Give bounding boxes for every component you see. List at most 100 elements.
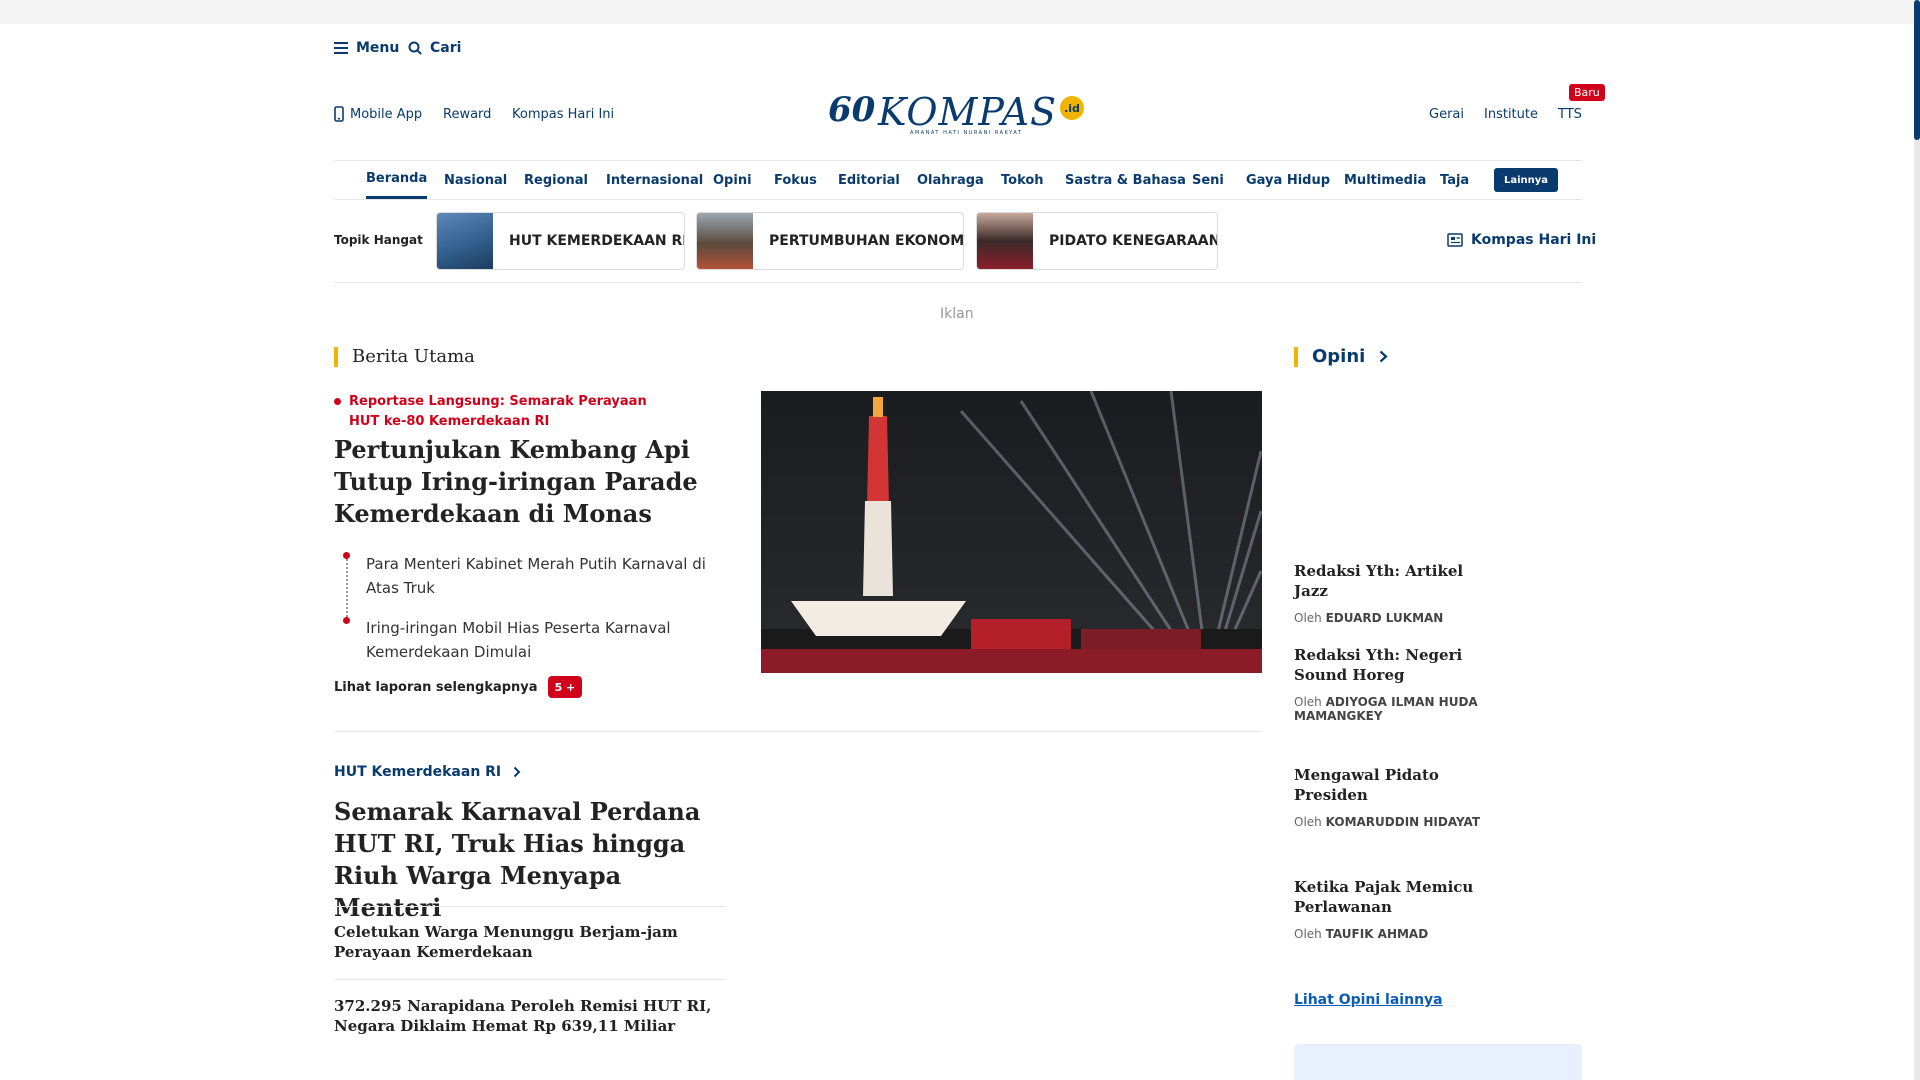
live-report-tag[interactable]: Reportase Langsung: Semarak Perayaan HUT… bbox=[334, 392, 664, 432]
see-full-report-link[interactable]: Lihat laporan selengkapnya 5 + bbox=[334, 676, 583, 698]
berita-utama-divider bbox=[334, 731, 1262, 732]
opini-title-4: Ketika Pajak Memicu Perlawanan bbox=[1294, 878, 1474, 916]
timeline-dot-2 bbox=[343, 617, 350, 624]
tts-new-badge: Baru bbox=[1569, 84, 1605, 101]
kompas-hari-ini-label: Kompas Hari Ini bbox=[1471, 232, 1597, 248]
opini-byline-4: Oleh TAUFIK AHMAD bbox=[1294, 927, 1494, 941]
logo-wordmark: KOMPAS bbox=[878, 90, 1057, 134]
opini-title-3: Mengawal Pidato Presiden bbox=[1294, 766, 1439, 804]
opini-by-prefix-2: Oleh bbox=[1294, 695, 1322, 709]
ad-label: Iklan bbox=[940, 306, 974, 322]
hut-related-1[interactable]: Celetukan Warga Menunggu Berjam-jam Pera… bbox=[334, 922, 726, 962]
opini-item-4[interactable]: Ketika Pajak Memicu Perlawanan Oleh TAUF… bbox=[1294, 877, 1494, 941]
hut-divider-1 bbox=[334, 906, 726, 907]
nav-olahraga[interactable]: Olahraga bbox=[917, 161, 984, 199]
timeline-dot-1 bbox=[343, 552, 350, 559]
search-icon bbox=[408, 41, 422, 55]
opini-item-2[interactable]: Redaksi Yth: Negeri Sound Horeg Oleh ADI… bbox=[1294, 645, 1494, 723]
phone-icon bbox=[334, 106, 344, 122]
sub-story-1[interactable]: Para Menteri Kabinet Merah Putih Karnava… bbox=[366, 552, 726, 600]
hut-section-label: HUT Kemerdekaan RI bbox=[334, 764, 502, 780]
monas-night-illustration bbox=[761, 391, 1262, 673]
mobile-app-link[interactable]: Mobile App bbox=[334, 106, 422, 122]
opini-by-prefix-3: Oleh bbox=[1294, 815, 1322, 829]
main-headline-image[interactable] bbox=[761, 391, 1262, 673]
opini-byline-3: Oleh KOMARUDDIN HIDAYAT bbox=[1294, 815, 1494, 829]
nav-multimedia[interactable]: Multimedia bbox=[1344, 161, 1426, 199]
more-opini-link[interactable]: Lihat Opini lainnya bbox=[1294, 992, 1443, 1008]
nav-opini[interactable]: Opini bbox=[713, 161, 752, 199]
nav-beranda[interactable]: Beranda bbox=[366, 161, 428, 199]
opini-by-prefix-1: Oleh bbox=[1294, 611, 1322, 625]
opini-author-4: TAUFIK AHMAD bbox=[1325, 927, 1429, 941]
nav-fokus[interactable]: Fokus bbox=[774, 161, 817, 199]
opini-item-1[interactable]: Redaksi Yth: Artikel Jazz Oleh EDUARD LU… bbox=[1294, 561, 1494, 625]
topic-card-hut[interactable]: HUT KEMERDEKAAN RI bbox=[436, 212, 685, 270]
search-label: Cari bbox=[430, 40, 462, 56]
topic-card-ekonomi[interactable]: PERTUMBUHAN EKONOMI bbox=[696, 212, 964, 270]
opini-author-1: EDUARD LUKMAN bbox=[1325, 611, 1444, 625]
sub-story-2[interactable]: Iring-iringan Mobil Hias Peserta Karnava… bbox=[366, 616, 726, 664]
nav-taja[interactable]: Taja bbox=[1440, 161, 1469, 199]
opini-section-bar bbox=[1294, 346, 1298, 367]
hamburger-icon bbox=[334, 42, 348, 54]
logo-anniversary: 60 bbox=[828, 90, 876, 130]
hut-headline[interactable]: Semarak Karnaval Perdana HUT RI, Truk Hi… bbox=[334, 796, 734, 924]
page-scrollbar[interactable] bbox=[1914, 0, 1920, 1080]
opini-author-3: KOMARUDDIN HIDAYAT bbox=[1325, 815, 1481, 829]
opini-promo-box bbox=[1294, 1044, 1582, 1080]
nav-sastra-bahasa[interactable]: Sastra & Bahasa bbox=[1065, 161, 1186, 199]
scrollbar-thumb[interactable] bbox=[1914, 0, 1920, 140]
live-dot-icon bbox=[334, 398, 341, 405]
chevron-right-icon bbox=[513, 766, 521, 778]
topic-label-ekonomi: PERTUMBUHAN EKONOMI bbox=[769, 233, 964, 249]
nav-seni[interactable]: Seni bbox=[1192, 161, 1224, 199]
live-report-text: Reportase Langsung: Semarak Perayaan HUT… bbox=[349, 394, 647, 429]
chevron-right-icon bbox=[1380, 350, 1388, 363]
reward-link[interactable]: Reward bbox=[443, 107, 491, 122]
nav-internasional[interactable]: Internasional bbox=[606, 161, 703, 199]
mobile-app-label: Mobile App bbox=[350, 106, 423, 122]
topik-divider bbox=[334, 282, 1582, 283]
nav-tokoh[interactable]: Tokoh bbox=[1001, 161, 1044, 199]
section-bar bbox=[334, 346, 338, 367]
menu-button[interactable]: Menu bbox=[334, 24, 399, 72]
main-nav: Beranda Nasional Regional Internasional … bbox=[334, 160, 1582, 200]
topic-thumb-hut bbox=[437, 213, 493, 269]
berita-utama-heading: Berita Utama bbox=[334, 346, 475, 367]
newspaper-icon bbox=[1447, 233, 1463, 247]
topic-label-hut: HUT KEMERDEKAAN RI bbox=[509, 233, 685, 249]
nav-editorial[interactable]: Editorial bbox=[838, 161, 900, 199]
nav-lainnya-button[interactable]: Lainnya bbox=[1494, 168, 1559, 192]
kompas-hari-ini-button[interactable]: Kompas Hari Ini bbox=[1447, 232, 1596, 248]
topic-card-pidato[interactable]: PIDATO KENEGARAAN bbox=[976, 212, 1218, 270]
main-headline[interactable]: Pertunjukan Kembang Api Tutup Iring-irin… bbox=[334, 434, 734, 530]
see-full-report-label: Lihat laporan selengkapnya bbox=[334, 679, 538, 695]
tts-link[interactable]: TTS bbox=[1558, 107, 1582, 122]
nav-nasional[interactable]: Nasional bbox=[444, 161, 507, 199]
opini-title-2: Redaksi Yth: Negeri Sound Horeg bbox=[1294, 646, 1463, 684]
opini-title-1: Redaksi Yth: Artikel Jazz bbox=[1294, 562, 1464, 600]
opini-title: Opini bbox=[1312, 346, 1366, 367]
topic-label-pidato: PIDATO KENEGARAAN bbox=[1049, 233, 1218, 249]
logo-tagline: AMANAT HATI NURANI RAKYAT bbox=[910, 130, 1023, 136]
kompas-logo[interactable]: 60 KOMPAS .id AMANAT HATI NURANI RAKYAT bbox=[828, 90, 1088, 140]
institute-link[interactable]: Institute bbox=[1484, 107, 1538, 122]
hut-section-tag[interactable]: HUT Kemerdekaan RI bbox=[334, 764, 521, 780]
report-count-badge: 5 + bbox=[547, 676, 583, 698]
menu-label: Menu bbox=[356, 40, 400, 56]
opini-byline-2: Oleh ADIYOGA ILMAN HUDA MAMANGKEY bbox=[1294, 695, 1494, 723]
kompas-hari-ini-link[interactable]: Kompas Hari Ini bbox=[512, 107, 614, 122]
opini-by-prefix-4: Oleh bbox=[1294, 927, 1322, 941]
topic-thumb-ekonomi bbox=[697, 213, 753, 269]
search-button[interactable]: Cari bbox=[408, 24, 461, 72]
opini-item-3[interactable]: Mengawal Pidato Presiden Oleh KOMARUDDIN… bbox=[1294, 765, 1494, 829]
gerai-link[interactable]: Gerai bbox=[1429, 107, 1464, 122]
top-bar: Menu Cari bbox=[0, 24, 1914, 72]
opini-author-2: ADIYOGA ILMAN HUDA MAMANGKEY bbox=[1294, 695, 1478, 723]
nav-regional[interactable]: Regional bbox=[524, 161, 588, 199]
opini-heading[interactable]: Opini bbox=[1294, 346, 1388, 367]
logo-id-badge: .id bbox=[1060, 96, 1084, 120]
nav-gaya-hidup[interactable]: Gaya Hidup bbox=[1246, 161, 1330, 199]
hut-related-2[interactable]: 372.295 Narapidana Peroleh Remisi HUT RI… bbox=[334, 996, 726, 1036]
